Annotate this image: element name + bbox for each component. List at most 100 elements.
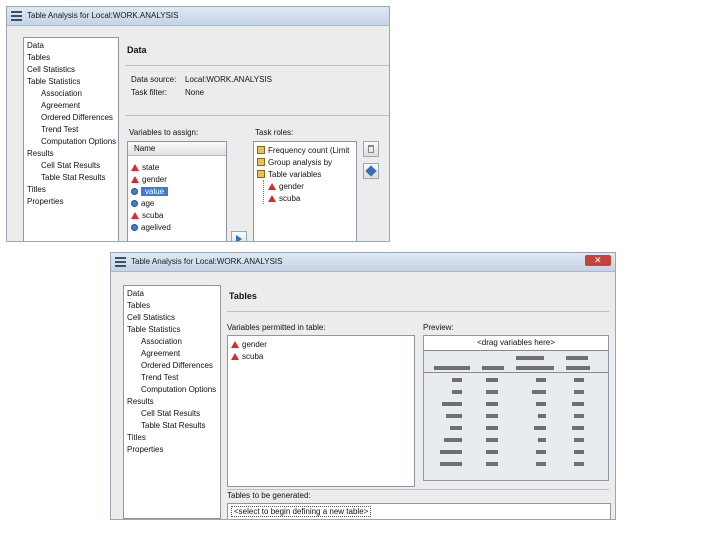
nav-item-table-statistics[interactable]: Table Statistics (127, 324, 180, 336)
nav-item-table-statistics[interactable]: Table Statistics (27, 76, 80, 88)
variables-list-header[interactable]: Name (128, 142, 226, 156)
window-table-analysis-bottom: Table Analysis for Local:WORK.ANALYSIS ✕… (110, 252, 616, 520)
preview-col-header-bar (482, 366, 504, 370)
nav-item-properties[interactable]: Properties (127, 444, 163, 456)
preview-cell-bar (536, 402, 546, 406)
nav-item-agreement[interactable]: Agreement (141, 348, 180, 360)
role-child-item[interactable]: gender (268, 181, 304, 192)
nav-item-cell-stat-results[interactable]: Cell Stat Results (141, 408, 200, 420)
role-item-frequency-count[interactable]: Frequency count (Limit (257, 145, 349, 156)
tables-to-be-generated-list[interactable]: <select to begin defining a new table> (227, 503, 611, 519)
nav-item-ordered-differences[interactable]: Ordered Differences (41, 112, 113, 124)
nav-item-titles[interactable]: Titles (127, 432, 146, 444)
preview-cell-bar (440, 462, 462, 466)
drag-hint-text: <drag variables here> (477, 338, 555, 347)
variables-list[interactable]: Name state gender value age scuba ageliv… (127, 141, 227, 241)
nav-item-tables[interactable]: Tables (27, 52, 50, 64)
permitted-variable-item[interactable]: gender (231, 339, 267, 350)
role-child-label: gender (279, 182, 304, 191)
variable-item[interactable]: age (131, 198, 154, 209)
section-title: Tables (229, 291, 257, 301)
preview-col-header-bar (434, 366, 470, 370)
variable-item[interactable]: agelived (131, 222, 171, 233)
window-title: Table Analysis for Local:WORK.ANALYSIS (27, 11, 179, 20)
preview-cell-bar (532, 390, 546, 394)
preview-label: Preview: (423, 323, 454, 332)
nav-item-cell-statistics[interactable]: Cell Statistics (127, 312, 175, 324)
preview-cell-bar (574, 438, 584, 442)
character-variable-icon (268, 183, 276, 190)
role-item-group-analysis-by[interactable]: Group analysis by (257, 157, 332, 168)
role-item-table-variables[interactable]: Table variables (257, 169, 321, 180)
properties-icon (365, 165, 377, 177)
variable-label: gender (142, 175, 167, 184)
preview-cell-bar (442, 402, 462, 406)
permitted-variable-item[interactable]: scuba (231, 351, 263, 362)
nav-item-cell-statistics[interactable]: Cell Statistics (27, 64, 75, 76)
preview-cell-bar (486, 438, 498, 442)
nav-item-data[interactable]: Data (27, 40, 44, 52)
drag-variables-target[interactable]: <drag variables here> (424, 336, 608, 351)
numeric-variable-icon (131, 188, 138, 195)
nav-item-trend-test[interactable]: Trend Test (141, 372, 178, 384)
preview-cell-bar (538, 414, 546, 418)
task-roles-tree[interactable]: Frequency count (Limit Group analysis by… (253, 141, 357, 241)
nav-item-agreement[interactable]: Agreement (41, 100, 80, 112)
nav-pane: Data Tables Cell Statistics Table Statis… (123, 285, 221, 519)
nav-item-tables[interactable]: Tables (127, 300, 150, 312)
preview-cell-bar (574, 462, 584, 466)
tables-to-be-generated-label: Tables to be generated: (227, 491, 311, 500)
task-roles-label: Task roles: (255, 128, 294, 137)
edit-role-button[interactable] (363, 163, 379, 179)
preview-cell-bar (486, 426, 498, 430)
preview-cell-bar (450, 426, 462, 430)
preview-cell-bar (534, 426, 546, 430)
variable-item[interactable]: gender (131, 174, 167, 185)
nav-item-computation-options[interactable]: Computation Options (41, 136, 116, 148)
data-divider (125, 115, 389, 116)
variable-label: age (141, 199, 155, 208)
new-table-item[interactable]: <select to begin defining a new table> (231, 506, 372, 517)
remove-role-button[interactable] (363, 141, 379, 157)
preview-cell-bar (486, 450, 498, 454)
nav-item-table-stat-results[interactable]: Table Stat Results (41, 172, 105, 184)
preview-cell-bar (486, 414, 498, 418)
preview-cell-bar (486, 390, 498, 394)
move-arrow-button[interactable] (231, 231, 247, 241)
variable-label: state (142, 163, 160, 172)
nav-item-association[interactable]: Association (141, 336, 182, 348)
section-divider (227, 311, 609, 312)
nav-item-data[interactable]: Data (127, 288, 144, 300)
nav-item-properties[interactable]: Properties (27, 196, 63, 208)
window-menu-icon[interactable] (115, 257, 126, 267)
nav-item-titles[interactable]: Titles (27, 184, 46, 196)
variable-item[interactable]: value (131, 186, 169, 197)
preview-cell-bar (486, 462, 498, 466)
preview-col-header-bar (566, 366, 590, 370)
variable-item[interactable]: scuba (131, 210, 163, 221)
preview-cell-bar (538, 438, 546, 442)
nav-item-results[interactable]: Results (27, 148, 54, 160)
data-source-value: Local:WORK.ANALYSIS (185, 75, 272, 84)
close-button[interactable]: ✕ (585, 255, 611, 266)
nav-item-association[interactable]: Association (41, 88, 82, 100)
window-menu-icon[interactable] (11, 11, 22, 21)
preview-body (424, 378, 608, 478)
role-child-item[interactable]: scuba (268, 193, 300, 204)
nav-item-results[interactable]: Results (127, 396, 154, 408)
character-variable-icon (231, 353, 239, 360)
variable-item[interactable]: state (131, 162, 159, 173)
nav-item-computation-options[interactable]: Computation Options (141, 384, 216, 396)
variables-to-assign-label: Variables to assign: (129, 128, 199, 137)
preview-cell-bar (452, 378, 462, 382)
nav-item-ordered-differences[interactable]: Ordered Differences (141, 360, 213, 372)
nav-item-table-stat-results[interactable]: Table Stat Results (141, 420, 205, 432)
preview-cell-bar (572, 426, 584, 430)
preview-cell-bar (574, 414, 584, 418)
numeric-variable-icon (131, 200, 138, 207)
role-label: Group analysis by (268, 158, 333, 167)
task-filter-value: None (185, 88, 205, 97)
nav-item-cell-stat-results[interactable]: Cell Stat Results (41, 160, 100, 172)
permitted-variables-list[interactable]: gender scuba (227, 335, 415, 487)
nav-item-trend-test[interactable]: Trend Test (41, 124, 78, 136)
